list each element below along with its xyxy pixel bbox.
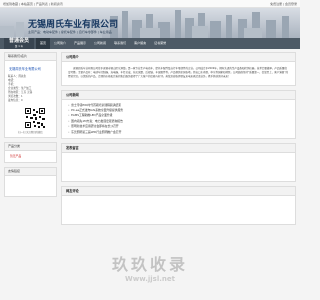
- message-title: 发表留言: [62, 144, 295, 154]
- friend-links-title: 友情链接: [5, 168, 56, 176]
- company-intro: 公司简介 无锡周氏车业有限公司位于无锡市锡山区东港镇，是一家专业生产电动车、摩托…: [61, 52, 296, 86]
- reviews-title: 网友评论: [62, 187, 295, 197]
- membership-years: 第 1 年: [14, 45, 24, 48]
- nav-news[interactable]: 公司新闻: [90, 38, 110, 49]
- product-category-box: 产品分类 暂无产品: [4, 142, 57, 163]
- news-item[interactable]: 东莞照明第三届LED行业照明推广会召开: [68, 130, 289, 135]
- reviews-box: 网友评论: [61, 186, 296, 226]
- intro-text: 无锡周氏车业有限公司位于无锡市锡山区东港镇，是一家专业生产电动车、摩托车配件及自…: [68, 67, 289, 79]
- company-slogan: 主营产品：电动车配件 | 摩托车配件 | 自行车零部件 | 车业用品: [28, 30, 112, 34]
- login-links[interactable]: 免费注册 | 会员登录: [270, 2, 297, 6]
- nav-home[interactable]: 首页: [36, 38, 51, 49]
- main-content: 公司简介 无锡周氏车业有限公司位于无锡市锡山区东港镇，是一家专业生产电动车、摩托…: [61, 52, 296, 229]
- membership-title: 普通会员: [8, 38, 29, 44]
- top-links[interactable]: 增加到收藏 | 本站首页 | 产品列表 | 新闻资讯: [3, 2, 63, 6]
- contact-info: 联系人：周先生 电话： 手机： 企业类型：生产加工 所在地区：江苏 无锡 浏览次…: [8, 75, 53, 103]
- company-title: 无锡周氏车业有限公司: [28, 20, 119, 30]
- company-link[interactable]: 无锡周氏车业有限公司: [9, 66, 53, 71]
- product-category-title: 产品分类: [5, 143, 56, 151]
- nav-guestbook[interactable]: 客户留言: [130, 38, 150, 49]
- qr-code-icon: [24, 107, 46, 129]
- product-category-item[interactable]: 暂无产品: [8, 154, 53, 159]
- main-nav: 普通会员 第 1 年 首页 公司简介 产品展示 公司新闻 联系我们 客户留言 证…: [0, 38, 300, 49]
- news-title: 公司新闻: [62, 90, 295, 100]
- watermark-url: Www.jjsl.net: [125, 275, 175, 283]
- membership-badge: 普通会员 第 1 年: [4, 38, 34, 49]
- company-news: 公司新闻 雷士带领IMC时代首期培训课程圆满结束 PC-ee正式发布GIS系统全…: [61, 89, 296, 140]
- qr-caption: 扫一扫 关注我们的微信: [18, 131, 43, 134]
- post-count: 发布信息：0: [8, 99, 23, 102]
- nav-about[interactable]: 公司简介: [50, 38, 70, 49]
- watermark-text: 玖玖收录: [111, 255, 188, 274]
- top-bar: 增加到收藏 | 本站首页 | 产品列表 | 新闻资讯 免费注册 | 会员登录: [0, 0, 300, 8]
- watermark: 玖玖收录 Www.jjsl.net: [0, 234, 300, 300]
- reviews-area: [62, 196, 295, 224]
- nav-products[interactable]: 产品展示: [70, 38, 90, 49]
- contact-card: 联系我们/名片 无锡周氏车业有限公司 联系人：周先生 电话： 手机： 企业类型：…: [4, 52, 57, 138]
- contact-card-title: 联系我们/名片: [5, 53, 56, 61]
- nav-contact[interactable]: 联系我们: [110, 38, 130, 49]
- message-area[interactable]: [62, 153, 295, 181]
- site-header: 无锡周氏车业有限公司 主营产品：电动车配件 | 摩托车配件 | 自行车零部件 |…: [0, 8, 300, 38]
- left-sidebar: 联系我们/名片 无锡周氏车业有限公司 联系人：周先生 电话： 手机： 企业类型：…: [4, 52, 57, 201]
- nav-certificates[interactable]: 证书荣誉: [150, 38, 170, 49]
- message-box: 发表留言: [61, 143, 296, 183]
- intro-title: 公司简介: [62, 53, 295, 62]
- friend-links-box: 友情链接: [4, 167, 57, 197]
